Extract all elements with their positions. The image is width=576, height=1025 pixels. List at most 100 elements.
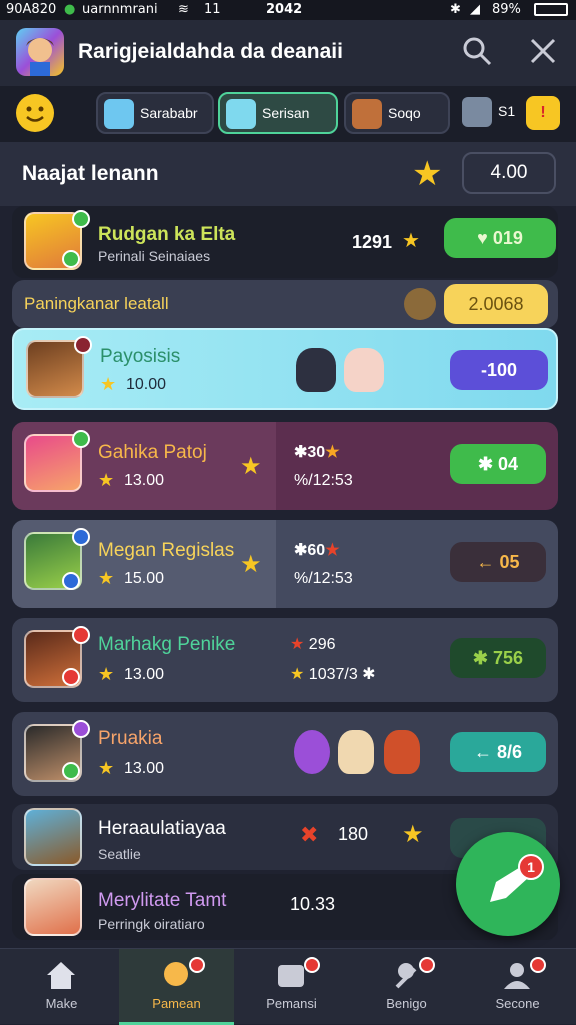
- profile-icon: [504, 963, 530, 989]
- status-badge: [62, 668, 80, 686]
- status-badge: [62, 250, 80, 268]
- player-name: Megan Regislas: [98, 540, 235, 561]
- status-badge: [72, 210, 90, 228]
- signal-icon: ◢: [470, 2, 480, 17]
- chip-label: Serisan: [262, 105, 310, 121]
- nav-benigo[interactable]: Benigo: [349, 949, 464, 1025]
- chip-label: S1: [498, 103, 516, 119]
- nav-label: Make: [45, 996, 78, 1011]
- nav-pemansi[interactable]: Pemansi: [234, 949, 349, 1025]
- list-item[interactable]: Paningkanar leatall 2.0068: [12, 280, 558, 328]
- pill-value: 8/6: [496, 742, 523, 762]
- player-points: 13.00: [124, 472, 165, 489]
- player-name: Merylitate Tamt: [98, 890, 227, 911]
- wifi-icon: ≋: [178, 2, 189, 17]
- section-value[interactable]: 4.00: [462, 152, 556, 194]
- notification-badge: [419, 957, 435, 973]
- whatsapp-icon: ●: [64, 2, 76, 17]
- nav-pamean[interactable]: Pamean: [119, 949, 234, 1025]
- stat-line: %/12:53: [294, 472, 353, 489]
- chip-soqo[interactable]: Soqo: [344, 92, 450, 134]
- status-badge: [62, 762, 80, 780]
- star-icon: ★: [240, 551, 262, 578]
- chip-label: Sarababr: [140, 105, 198, 121]
- status-badge: [72, 528, 90, 546]
- list-item[interactable]: Rudgan ka Elta Perinali Seinaiaes 1291 ★…: [12, 206, 558, 278]
- tools-icon: [395, 963, 417, 989]
- chip-serisan[interactable]: Serisan: [218, 92, 338, 134]
- player-subtitle: Seatlie: [98, 846, 141, 862]
- page-title: Rarigjeialdahda da deanaii: [78, 40, 343, 63]
- player-points: 10.00: [126, 376, 167, 393]
- player-avatar: [24, 808, 82, 866]
- search-icon[interactable]: [460, 34, 494, 68]
- star-icon: ★: [98, 758, 115, 778]
- status-left-text: 90A820: [6, 2, 57, 17]
- star-icon: ★: [100, 374, 117, 394]
- close-icon[interactable]: [526, 34, 560, 68]
- carrier-text: uarnnmrani: [82, 2, 158, 17]
- score-pill[interactable]: ✱ 04: [450, 444, 546, 484]
- section-title: Naajat lenann: [22, 162, 159, 185]
- nav-make[interactable]: Make: [4, 949, 119, 1025]
- status-bar: 90A820 ● uarnnmrani ≋ 11 2042 ✱ ◢ 89%: [0, 0, 576, 20]
- notification-badge: [530, 957, 546, 973]
- chip-avatar: [226, 99, 256, 129]
- score-pill[interactable]: ← 8/6: [450, 732, 546, 772]
- group-title: Paningkanar leatall: [24, 294, 169, 313]
- list-item[interactable]: Gahika Patoj ★ 13.00 ★ ✱30★ %/12:53 ✱ 04: [12, 422, 558, 510]
- signal-number: 11: [204, 2, 221, 17]
- star-icon: ★: [402, 230, 420, 252]
- player-name: Heraaulatiayaa: [98, 818, 226, 839]
- player-score: 10.33: [290, 894, 336, 914]
- group-pill[interactable]: 2.0068: [444, 284, 548, 324]
- status-badge: [72, 720, 90, 738]
- status-badge: [74, 336, 92, 354]
- stat-line: ✱60★: [294, 542, 340, 559]
- fox-icon: [384, 730, 420, 774]
- star-icon: ★: [98, 664, 115, 684]
- player-name: Payosisis: [100, 346, 181, 367]
- player-points: 13.00: [124, 760, 165, 777]
- list-item[interactable]: Marhakg Penike ★ 13.00 ★ 296 ★ 1037/3 ✱ …: [12, 618, 558, 702]
- top-app-bar: Rarigjeialdahda da deanaii: [0, 20, 576, 86]
- edit-icon: [490, 866, 528, 902]
- fab-badge: 1: [518, 854, 544, 880]
- list-item[interactable]: Megan Regislas ★ 15.00 ★ ✱60★ %/12:53 ← …: [12, 520, 558, 608]
- score-pill[interactable]: ✱ 756: [450, 638, 546, 678]
- chip-sarababr[interactable]: Sarababr: [96, 92, 214, 134]
- score-pill[interactable]: -100: [450, 350, 548, 390]
- stat-value: 1037/3: [308, 666, 358, 683]
- stat-line: ✱30★: [294, 444, 340, 461]
- score-pill[interactable]: ← 05: [450, 542, 546, 582]
- score-pill[interactable]: ♥ 019: [444, 218, 556, 258]
- status-badge: [62, 572, 80, 590]
- heart-icon: ✖: [300, 822, 319, 847]
- nav-secone[interactable]: Secone: [460, 949, 575, 1025]
- stat-line: %/12:53: [294, 570, 353, 587]
- stat-line: ★ 296: [290, 636, 336, 653]
- battery-text: 89%: [492, 2, 521, 17]
- stat-value: /12:53: [308, 570, 353, 587]
- player-subtitle: Perringk oiratiaro: [98, 916, 205, 932]
- bottom-navigation: Make Pamean Pemansi Benigo Secone: [0, 948, 576, 1025]
- character-icon: [164, 962, 188, 986]
- chip-avatar: [104, 99, 134, 129]
- compose-fab[interactable]: 1: [456, 832, 560, 936]
- player-score: 180: [338, 824, 369, 844]
- player-name: Pruakia: [98, 728, 163, 749]
- chip-avatar: [462, 97, 492, 127]
- player-name: Rudgan ka Elta: [98, 224, 236, 245]
- nav-label: Pemansi: [266, 996, 317, 1011]
- stat-value: 30: [307, 444, 326, 461]
- chip-s1[interactable]: S1: [456, 92, 520, 134]
- list-item[interactable]: Pruakia ★ 13.00 ← 8/6: [12, 712, 558, 796]
- app-avatar[interactable]: [16, 28, 64, 76]
- pill-value: 04: [498, 454, 519, 474]
- chip-label: Soqo: [388, 105, 421, 121]
- alert-icon[interactable]: !: [526, 96, 560, 130]
- folder-icon: [278, 965, 304, 987]
- list-item-highlighted[interactable]: Payosisis ★ 10.00 -100: [12, 328, 558, 410]
- star-icon: ★: [412, 155, 443, 193]
- smiley-icon[interactable]: [16, 94, 54, 132]
